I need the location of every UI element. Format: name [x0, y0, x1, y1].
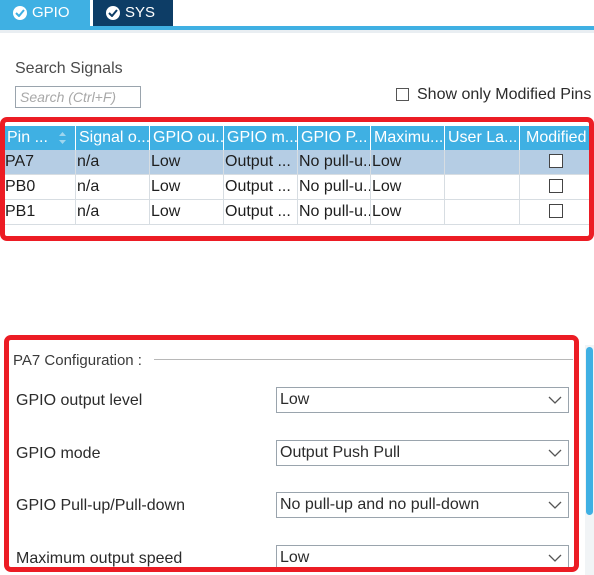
cell-pin: PB1 [4, 200, 76, 224]
column-header-gpio-output[interactable]: GPIO ou... [150, 126, 224, 150]
column-header-user-label[interactable]: User La... [445, 126, 520, 150]
cell-gpio-mode: Output ... [224, 150, 298, 174]
gpio-output-level-value: Low [280, 391, 310, 408]
column-header-max-speed[interactable]: Maximu... [371, 126, 445, 150]
configuration-divider [154, 359, 573, 360]
cell-gpio-output: Low [150, 150, 224, 174]
tab-sys-label: SYS [125, 4, 156, 21]
cell-gpio-pull: No pull-u... [298, 150, 371, 174]
cell-signal: n/a [76, 200, 150, 224]
check-circle-icon [13, 6, 27, 20]
cell-user-label[interactable] [445, 200, 520, 224]
sort-icon[interactable] [58, 131, 67, 145]
search-signals-label: Search Signals [15, 60, 123, 77]
cell-gpio-output: Low [150, 175, 224, 199]
cell-gpio-pull: No pull-u... [298, 175, 371, 199]
cell-signal: n/a [76, 150, 150, 174]
chevron-down-icon [548, 396, 562, 404]
max-output-speed-value: Low [280, 549, 310, 566]
scrollbar-thumb[interactable] [586, 347, 593, 515]
cell-max-speed: Low [371, 150, 445, 174]
tab-bar: GPIO SYS [0, 0, 594, 26]
show-modified-checkbox[interactable] [396, 88, 409, 101]
cell-user-label[interactable] [445, 150, 520, 174]
gpio-mode-select[interactable]: Output Push Pull [276, 440, 569, 466]
column-header-pin[interactable]: Pin ... [4, 126, 76, 150]
gpio-pull-label: GPIO Pull-up/Pull-down [16, 497, 185, 514]
tab-gpio[interactable]: GPIO [0, 0, 90, 26]
table-row[interactable]: PB0 n/a Low Output ... No pull-u... Low [4, 175, 589, 200]
cell-max-speed: Low [371, 200, 445, 224]
column-header-signal[interactable]: Signal o... [76, 126, 150, 150]
gpio-pull-value: No pull-up and no pull-down [280, 496, 480, 513]
column-header-pin-label: Pin ... [7, 129, 48, 146]
cell-max-speed: Low [371, 175, 445, 199]
column-header-modified[interactable]: Modified [520, 126, 589, 150]
chevron-down-icon [548, 501, 562, 509]
show-modified-label: Show only Modified Pins [417, 86, 592, 103]
table-row[interactable]: PB1 n/a Low Output ... No pull-u... Low [4, 200, 589, 225]
gpio-mode-value: Output Push Pull [280, 444, 401, 461]
max-output-speed-label: Maximum output speed [16, 550, 183, 567]
max-output-speed-select[interactable]: Low [276, 545, 569, 571]
modified-checkbox[interactable] [549, 204, 563, 218]
cell-user-label[interactable] [445, 175, 520, 199]
chevron-down-icon [548, 554, 562, 562]
pin-table-header: Pin ... Signal o... GPIO ou... GPIO m...… [4, 126, 589, 150]
tab-sys[interactable]: SYS [93, 0, 173, 26]
cell-gpio-mode: Output ... [224, 200, 298, 224]
gpio-pull-select[interactable]: No pull-up and no pull-down [276, 492, 569, 518]
cell-signal: n/a [76, 175, 150, 199]
configuration-title: PA7 Configuration : [13, 352, 142, 369]
gpio-output-level-label: GPIO output level [16, 392, 143, 409]
column-header-gpio-mode[interactable]: GPIO m... [224, 126, 298, 150]
cell-pin: PA7 [4, 150, 76, 174]
table-row[interactable]: PA7 n/a Low Output ... No pull-u... Low [4, 150, 589, 175]
cell-gpio-output: Low [150, 200, 224, 224]
gpio-output-level-select[interactable]: Low [276, 387, 569, 413]
chevron-down-icon [548, 449, 562, 457]
gpio-mode-label: GPIO mode [16, 445, 101, 462]
modified-checkbox[interactable] [549, 154, 563, 168]
cell-gpio-mode: Output ... [224, 175, 298, 199]
column-header-gpio-pull[interactable]: GPIO P... [298, 126, 371, 150]
cell-pin: PB0 [4, 175, 76, 199]
cell-gpio-pull: No pull-u... [298, 200, 371, 224]
modified-checkbox[interactable] [549, 179, 563, 193]
check-circle-icon [106, 6, 120, 20]
search-input[interactable] [15, 86, 141, 108]
tab-gpio-label: GPIO [32, 4, 70, 21]
panel-divider [0, 30, 594, 33]
